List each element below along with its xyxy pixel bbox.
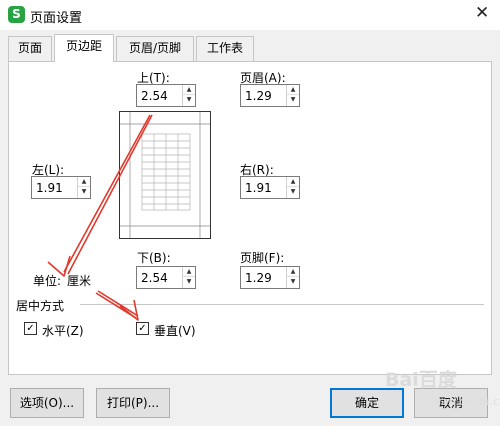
- arrow-to-unit: [63, 114, 153, 275]
- tab-margins[interactable]: 页边距: [54, 34, 114, 62]
- watermark-logo: Bai百度: [385, 369, 457, 391]
- annotation-arrows: [47, 114, 153, 321]
- arrow-head-unit: [47, 255, 71, 277]
- watermark-url: jingyan.baidu.com: [415, 395, 500, 408]
- arrow-to-vertical: [95, 290, 139, 319]
